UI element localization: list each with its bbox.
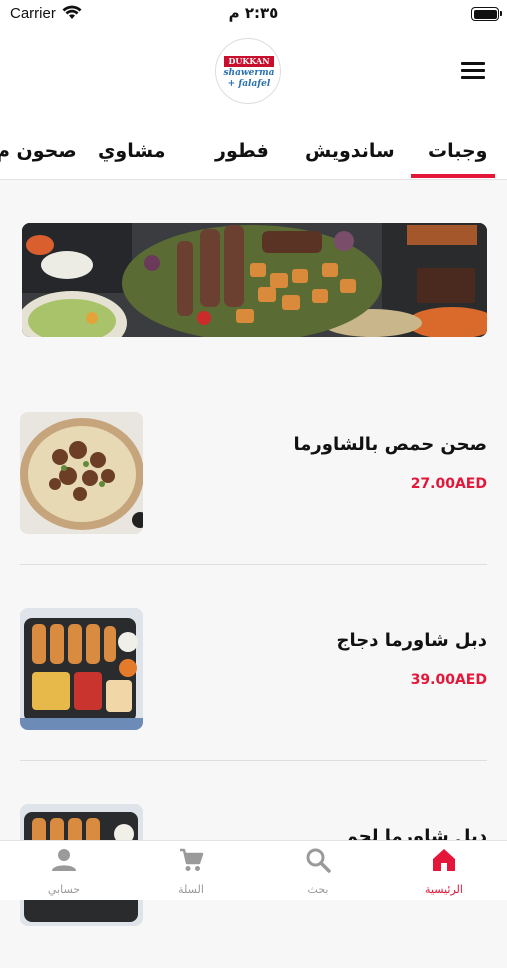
- brand-logo[interactable]: DUKKAN shawerma + falafel: [215, 38, 281, 104]
- product-price: 39.00AED: [410, 672, 487, 688]
- nav-account-label: حسابي: [47, 883, 81, 896]
- active-tab-indicator: [411, 174, 495, 178]
- divider: [20, 760, 487, 761]
- nav-account[interactable]: حسابي: [1, 841, 127, 901]
- search-icon: [306, 848, 331, 873]
- cart-icon: [180, 848, 204, 871]
- logo-text-2: shawerma: [223, 68, 275, 78]
- logo-text-1: DUKKAN: [224, 56, 274, 67]
- category-tabs: وجبات ساندويش فطور مشاوي صحون م: [0, 118, 507, 180]
- logo-text-3: + falafel: [227, 79, 271, 89]
- product-image: [20, 412, 143, 534]
- battery-icon: [471, 7, 502, 21]
- tab-meals[interactable]: وجبات: [428, 140, 488, 162]
- status-bar: Carrier ٢:٣٥ م: [0, 0, 507, 30]
- product-card[interactable]: دبل شاورما دجاج 39.00AED: [0, 576, 507, 772]
- nav-search[interactable]: بحث: [255, 841, 381, 901]
- promo-banner-image[interactable]: [22, 223, 487, 337]
- tab-sandwiches[interactable]: ساندويش: [305, 140, 395, 162]
- clock: ٢:٣٥ م: [228, 4, 279, 22]
- nav-cart-label: السلة: [178, 883, 204, 896]
- app-header: DUKKAN shawerma + falafel: [0, 30, 507, 118]
- product-name: دبل شاورما دجاج: [336, 630, 487, 651]
- product-name: صحن حمص بالشاورما: [293, 434, 488, 455]
- nav-cart[interactable]: السلة: [128, 841, 254, 901]
- product-image: [20, 608, 143, 730]
- tab-plates[interactable]: صحون م: [0, 140, 77, 162]
- nav-search-label: بحث: [307, 883, 329, 896]
- home-icon: [433, 849, 455, 871]
- divider: [20, 564, 487, 565]
- product-card[interactable]: صحن حمص بالشاورما 27.00AED: [0, 380, 507, 576]
- tab-grills[interactable]: مشاوي: [98, 140, 165, 162]
- person-icon: [52, 849, 76, 871]
- product-price: 27.00AED: [410, 476, 487, 492]
- hamburger-menu-icon[interactable]: [461, 62, 485, 80]
- bottom-nav: الرئيسية بحث السلة حسابي: [0, 840, 507, 900]
- tab-breakfast[interactable]: فطور: [215, 140, 269, 162]
- nav-home-label: الرئيسية: [425, 883, 463, 896]
- nav-home[interactable]: الرئيسية: [381, 841, 507, 901]
